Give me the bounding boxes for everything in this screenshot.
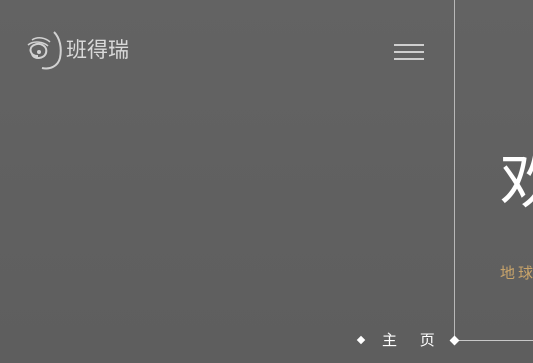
hero-heading: 欢: [500, 144, 533, 217]
swirl-logo-icon: [24, 28, 64, 72]
page: 班得瑞 欢 地球 主 页: [0, 0, 533, 363]
diamond-icon: [356, 335, 366, 345]
brand-logo[interactable]: 班得瑞: [24, 28, 129, 72]
corner-diamond-icon: [449, 335, 460, 346]
hamburger-menu-icon[interactable]: [392, 42, 424, 62]
vertical-divider: [454, 0, 455, 341]
horizontal-divider: [455, 340, 533, 341]
menu-bar: [394, 51, 424, 53]
nav-home-link[interactable]: 主 页: [382, 330, 444, 350]
menu-bar: [394, 58, 424, 60]
logo-text: 班得瑞: [66, 37, 129, 62]
menu-bar: [394, 44, 424, 46]
hero-subtitle: 地球: [500, 264, 533, 282]
